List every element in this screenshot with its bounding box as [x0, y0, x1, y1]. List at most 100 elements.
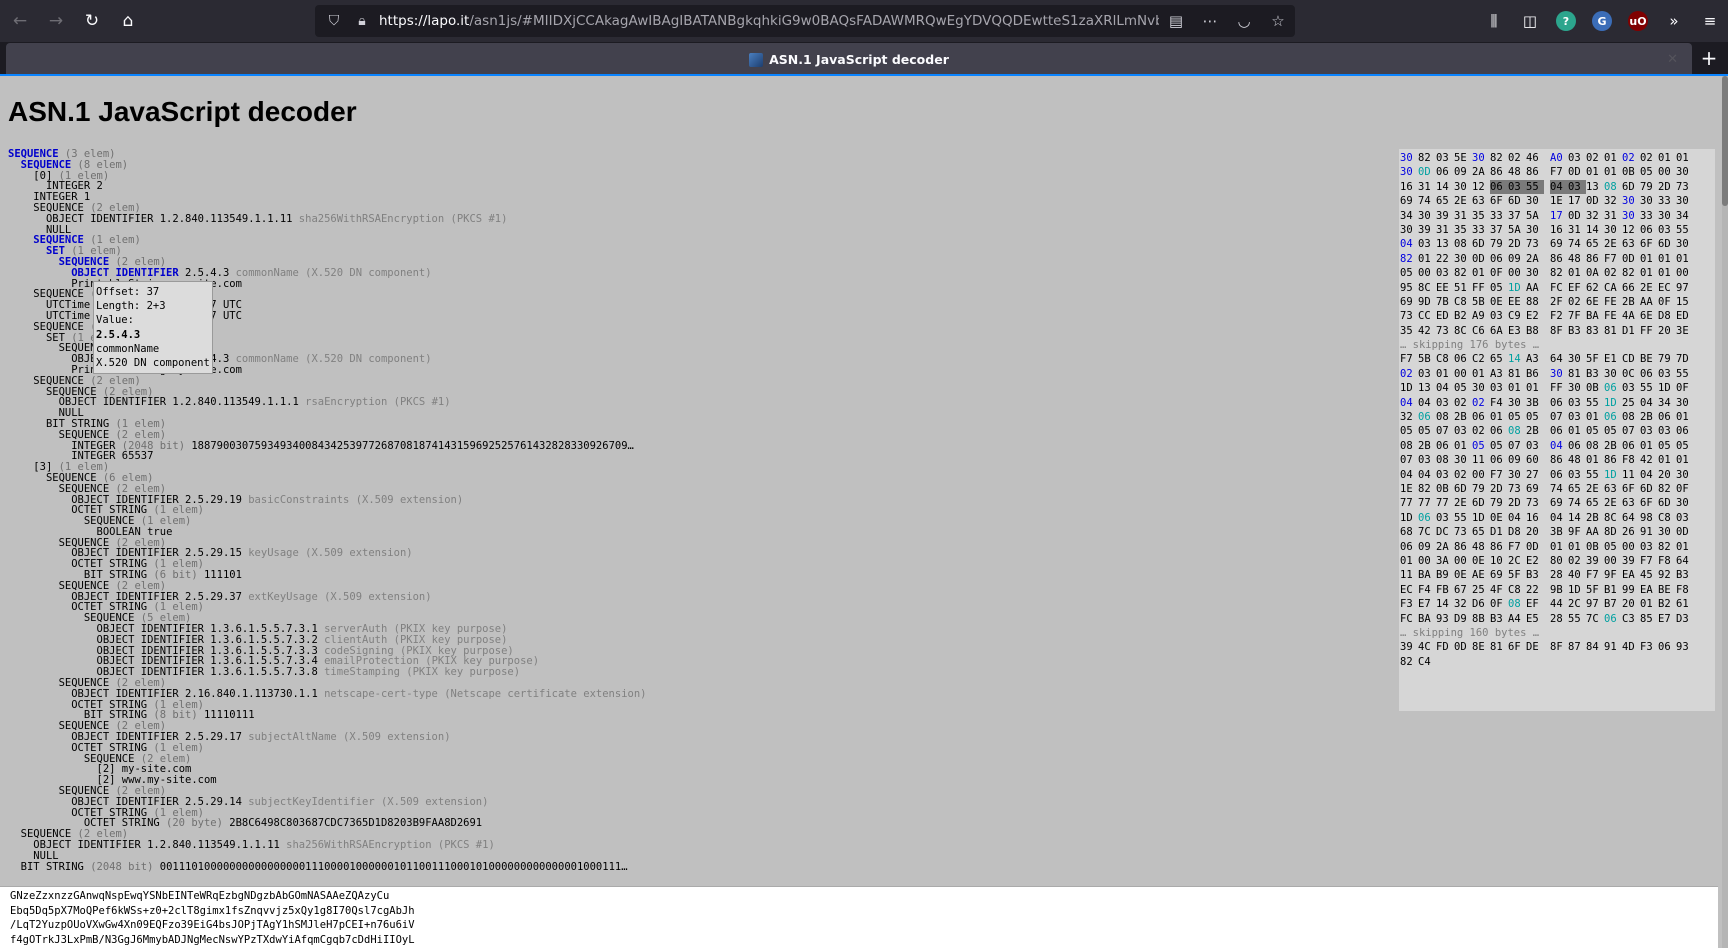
hex-byte[interactable]: 06 — [1604, 381, 1622, 395]
hex-byte[interactable]: 30 — [1400, 223, 1418, 237]
hex-byte[interactable]: 00 — [1604, 554, 1622, 568]
hex-byte[interactable]: 0F — [1676, 381, 1694, 395]
hex-byte[interactable]: 2E — [1454, 496, 1472, 510]
hex-byte[interactable]: 0E — [1490, 511, 1508, 525]
hex-byte[interactable]: 4A — [1622, 309, 1640, 323]
hex-byte[interactable]: 73 — [1526, 496, 1544, 510]
hex-byte[interactable]: 08 — [1400, 439, 1418, 453]
hex-byte[interactable]: 06 — [1436, 439, 1454, 453]
hex-byte[interactable]: 07 — [1508, 439, 1526, 453]
hex-byte[interactable]: 04 — [1400, 237, 1418, 251]
hex-byte[interactable]: 31 — [1568, 223, 1586, 237]
sidebar-icon[interactable]: ◫ — [1512, 5, 1548, 37]
hex-byte[interactable]: 5F — [1508, 568, 1526, 582]
hex-byte[interactable]: F4 — [1490, 396, 1508, 410]
hex-byte[interactable]: 04 — [1640, 468, 1658, 482]
hex-byte[interactable]: C2 — [1472, 352, 1490, 366]
hex-byte[interactable]: 0D — [1568, 165, 1586, 179]
hex-byte[interactable]: 06 — [1622, 439, 1640, 453]
hex-byte[interactable]: 82 — [1622, 266, 1640, 280]
hex-byte[interactable]: 6E — [1586, 295, 1604, 309]
hex-byte[interactable]: EF — [1526, 597, 1544, 611]
hex-byte[interactable]: 1D — [1604, 468, 1622, 482]
hex-byte[interactable]: 05 — [1676, 439, 1694, 453]
hex-byte[interactable]: F7 — [1550, 165, 1568, 179]
hex-byte[interactable]: 55 — [1526, 179, 1544, 195]
hex-byte[interactable]: 03 — [1508, 179, 1526, 195]
hex-byte[interactable]: 30 — [1400, 151, 1418, 165]
hex-byte[interactable]: DE — [1526, 640, 1544, 654]
hex-byte[interactable]: EF — [1568, 281, 1586, 295]
hex-byte[interactable]: 01 — [1640, 439, 1658, 453]
hex-byte[interactable]: B8 — [1526, 324, 1544, 338]
hex-byte[interactable]: 79 — [1490, 237, 1508, 251]
hex-byte[interactable]: 08 — [1508, 424, 1526, 438]
hex-byte[interactable]: EC — [1658, 281, 1676, 295]
hex-byte[interactable]: 30 — [1658, 525, 1676, 539]
hex-byte[interactable]: B2 — [1454, 309, 1472, 323]
hex-byte[interactable]: 86 — [1490, 165, 1508, 179]
hex-byte[interactable]: 05 — [1454, 381, 1472, 395]
home-button[interactable]: ⌂ — [112, 5, 144, 37]
hex-byte[interactable]: 77 — [1400, 496, 1418, 510]
hex-byte[interactable]: 73 — [1400, 309, 1418, 323]
hex-byte[interactable]: A9 — [1472, 309, 1490, 323]
hex-byte[interactable]: 2C — [1568, 597, 1586, 611]
hex-byte[interactable]: 6F — [1640, 496, 1658, 510]
hex-byte[interactable]: 03 — [1640, 424, 1658, 438]
hex-byte[interactable]: 0D — [1676, 525, 1694, 539]
hex-byte[interactable]: 8F — [1550, 640, 1568, 654]
hex-byte[interactable]: 14 — [1436, 597, 1454, 611]
hex-byte[interactable]: 7B — [1436, 295, 1454, 309]
hex-byte[interactable]: 0C — [1622, 367, 1640, 381]
hex-byte[interactable]: 08 — [1436, 453, 1454, 467]
hex-byte[interactable]: 08 — [1604, 180, 1622, 194]
hex-byte[interactable]: 30 — [1454, 180, 1472, 194]
hex-byte[interactable]: 88 — [1526, 295, 1544, 309]
hex-byte[interactable]: 83 — [1586, 324, 1604, 338]
hex-byte[interactable]: 5A — [1526, 209, 1544, 223]
hex-byte[interactable]: 01 — [1658, 151, 1676, 165]
hex-byte[interactable]: 07 — [1550, 410, 1568, 424]
hex-byte[interactable]: 33 — [1658, 194, 1676, 208]
hex-byte[interactable]: F8 — [1676, 583, 1694, 597]
hex-byte[interactable]: 05 — [1472, 439, 1490, 453]
hex-byte[interactable]: 4D — [1622, 640, 1640, 654]
hex-byte[interactable]: E2 — [1526, 309, 1544, 323]
hex-byte[interactable]: C8 — [1658, 511, 1676, 525]
hex-byte[interactable]: 2A — [1436, 540, 1454, 554]
hex-byte[interactable]: 03 — [1640, 540, 1658, 554]
hex-byte[interactable]: 69 — [1526, 482, 1544, 496]
hex-byte[interactable]: 31 — [1436, 223, 1454, 237]
hex-byte[interactable]: 74 — [1568, 237, 1586, 251]
reader-view-icon[interactable]: ▤ — [1167, 12, 1185, 30]
hex-byte[interactable]: FE — [1604, 309, 1622, 323]
hex-byte[interactable]: 01 — [1658, 266, 1676, 280]
hex-byte[interactable]: 00 — [1454, 554, 1472, 568]
hex-byte[interactable]: 82 — [1550, 266, 1568, 280]
hex-byte[interactable]: 85 — [1640, 612, 1658, 626]
hex-byte[interactable]: 02 — [1568, 295, 1586, 309]
hex-byte[interactable]: 00 — [1472, 468, 1490, 482]
hex-byte[interactable]: 0F — [1658, 295, 1676, 309]
hex-byte[interactable]: 1D — [1604, 396, 1622, 410]
hex-byte[interactable]: FF — [1472, 281, 1490, 295]
hex-byte[interactable]: 2B — [1604, 439, 1622, 453]
hex-byte[interactable]: 00 — [1418, 554, 1436, 568]
hex-byte[interactable]: EA — [1622, 568, 1640, 582]
hex-byte[interactable]: 2D — [1508, 496, 1526, 510]
hex-byte[interactable]: 6D — [1508, 194, 1526, 208]
hex-byte[interactable]: 30 — [1640, 194, 1658, 208]
hex-byte[interactable]: 2E — [1454, 194, 1472, 208]
hex-byte[interactable]: 48 — [1472, 540, 1490, 554]
hex-byte[interactable]: 06 — [1568, 439, 1586, 453]
hex-byte[interactable]: 69 — [1400, 295, 1418, 309]
hex-byte[interactable]: 06 — [1604, 612, 1622, 626]
hex-byte[interactable]: 99 — [1622, 583, 1640, 597]
hex-byte[interactable]: 30 — [1658, 209, 1676, 223]
hex-byte[interactable]: D1 — [1490, 525, 1508, 539]
hex-byte[interactable]: 66 — [1622, 281, 1640, 295]
hex-byte[interactable]: 05 — [1586, 424, 1604, 438]
hex-byte[interactable]: BE — [1658, 583, 1676, 597]
hex-byte[interactable]: 04 — [1418, 468, 1436, 482]
